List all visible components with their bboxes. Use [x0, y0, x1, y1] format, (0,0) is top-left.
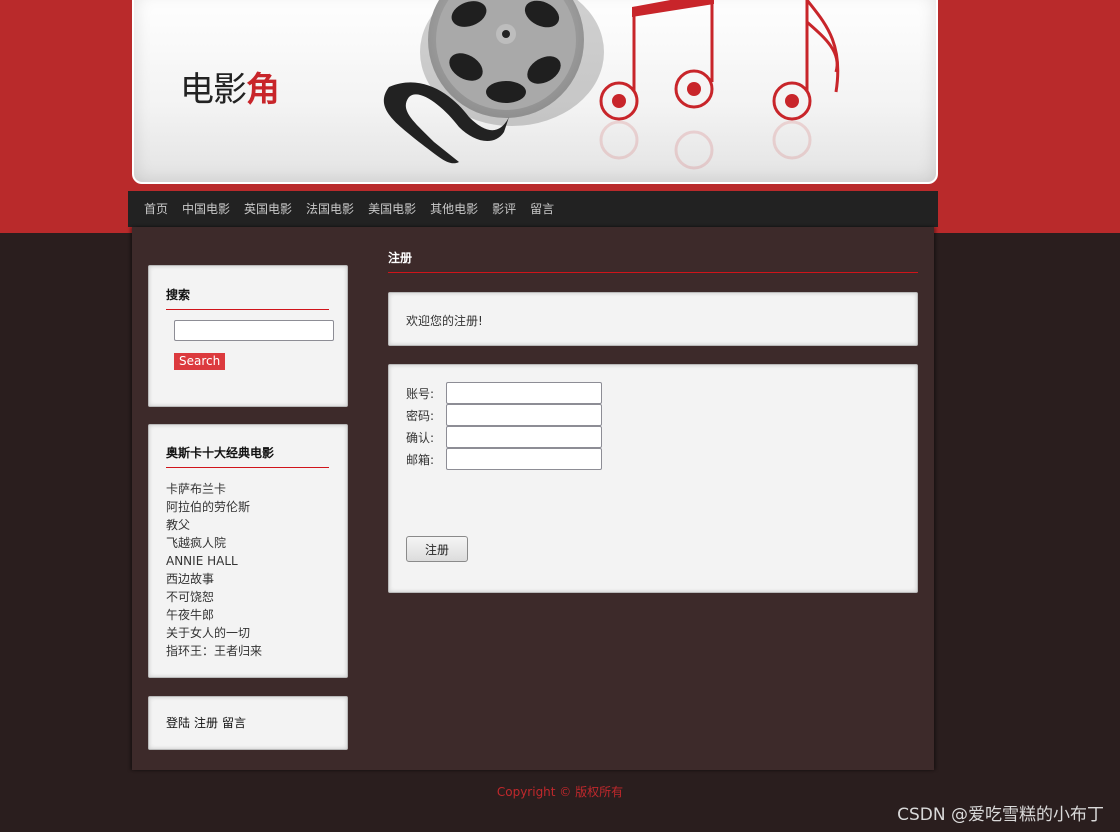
- welcome-message: 欢迎您的注册!: [406, 314, 483, 328]
- account-label: 账号:: [406, 386, 435, 401]
- search-button[interactable]: Search: [174, 353, 226, 370]
- movie-link[interactable]: 卡萨布兰卡: [166, 480, 262, 498]
- search-input[interactable]: [174, 320, 334, 341]
- oscar-classics-widget: 奥斯卡十大经典电影 卡萨布兰卡 阿拉伯的劳伦斯 教父 飞越疯人院 ANNIE H…: [148, 424, 348, 678]
- register-form: 账号: 密码: 确认: 邮箱: 注册: [388, 364, 918, 593]
- password-input[interactable]: [446, 404, 602, 426]
- header-banner: 电影角: [132, 0, 938, 184]
- movie-link[interactable]: 阿拉伯的劳伦斯: [166, 498, 262, 516]
- movie-link[interactable]: 指环王：王者归来: [166, 642, 262, 660]
- title-divider: [388, 272, 918, 273]
- search-widget-title: 搜索: [166, 288, 191, 302]
- search-widget: 搜索 Search: [148, 265, 348, 407]
- welcome-panel: 欢迎您的注册!: [388, 292, 918, 346]
- register-submit-button[interactable]: 注册: [406, 536, 468, 562]
- nav-item-british-films[interactable]: 英国电影: [244, 191, 292, 227]
- nav-item-home[interactable]: 首页: [144, 191, 168, 227]
- note-beam: [632, 0, 714, 17]
- logo-accent-text: 角: [246, 70, 280, 110]
- movie-link[interactable]: ANNIE HALL: [166, 552, 262, 570]
- film-reel-icon: [383, 0, 604, 164]
- oscar-widget-title: 奥斯卡十大经典电影: [166, 446, 275, 460]
- nav-item-other-films[interactable]: 其他电影: [430, 191, 478, 227]
- logo-main-text: 电影: [180, 70, 247, 110]
- confirm-row: 确认:: [406, 426, 602, 448]
- footer-copyright: Copyright © 版权所有: [496, 785, 624, 799]
- message-link[interactable]: 留言: [222, 716, 246, 730]
- nav-item-chinese-films[interactable]: 中国电影: [182, 191, 230, 227]
- nav-item-french-films[interactable]: 法国电影: [306, 191, 354, 227]
- register-link[interactable]: 注册: [194, 716, 218, 730]
- email-label: 邮箱:: [406, 452, 435, 467]
- music-notes-icon: [599, 0, 840, 121]
- nav-item-messages[interactable]: 留言: [530, 191, 554, 227]
- confirm-label: 确认:: [406, 430, 435, 445]
- page-title: 注册: [388, 251, 413, 265]
- movie-link[interactable]: 教父: [166, 516, 262, 534]
- password-row: 密码:: [406, 404, 602, 426]
- content-area: 搜索 Search 奥斯卡十大经典电影 卡萨布兰卡 阿拉伯的劳伦斯 教父 飞越疯…: [132, 227, 934, 770]
- movie-link[interactable]: 关于女人的一切: [166, 624, 262, 642]
- nav-item-american-films[interactable]: 美国电影: [368, 191, 416, 227]
- password-label: 密码:: [406, 408, 435, 423]
- movie-link[interactable]: 午夜牛郎: [166, 606, 262, 624]
- nav-item-reviews[interactable]: 影评: [492, 191, 516, 227]
- watermark: CSDN @爱吃雪糕的小布丁: [897, 805, 1104, 825]
- movie-list: 卡萨布兰卡 阿拉伯的劳伦斯 教父 飞越疯人院 ANNIE HALL 西边故事 不…: [166, 480, 262, 660]
- quick-links-widget: 登陆 注册 留言: [148, 696, 348, 750]
- quick-links: 登陆 注册 留言: [166, 714, 250, 731]
- divider: [166, 309, 329, 310]
- divider: [166, 467, 329, 468]
- email-row: 邮箱:: [406, 448, 602, 470]
- film-reel-music-notes-illustration: [383, 0, 840, 170]
- movie-link[interactable]: 西边故事: [166, 570, 262, 588]
- confirm-password-input[interactable]: [446, 426, 602, 448]
- movie-link[interactable]: 不可饶恕: [166, 588, 262, 606]
- site-logo[interactable]: 电影角: [180, 62, 280, 111]
- email-input[interactable]: [446, 448, 602, 470]
- account-input[interactable]: [446, 382, 602, 404]
- account-row: 账号:: [406, 382, 602, 404]
- movie-link[interactable]: 飞越疯人院: [166, 534, 262, 552]
- login-link[interactable]: 登陆: [166, 716, 190, 730]
- main-navigation: 首页 中国电影 英国电影 法国电影 美国电影 其他电影 影评 留言: [128, 191, 938, 227]
- music-notes-reflection: [599, 120, 812, 170]
